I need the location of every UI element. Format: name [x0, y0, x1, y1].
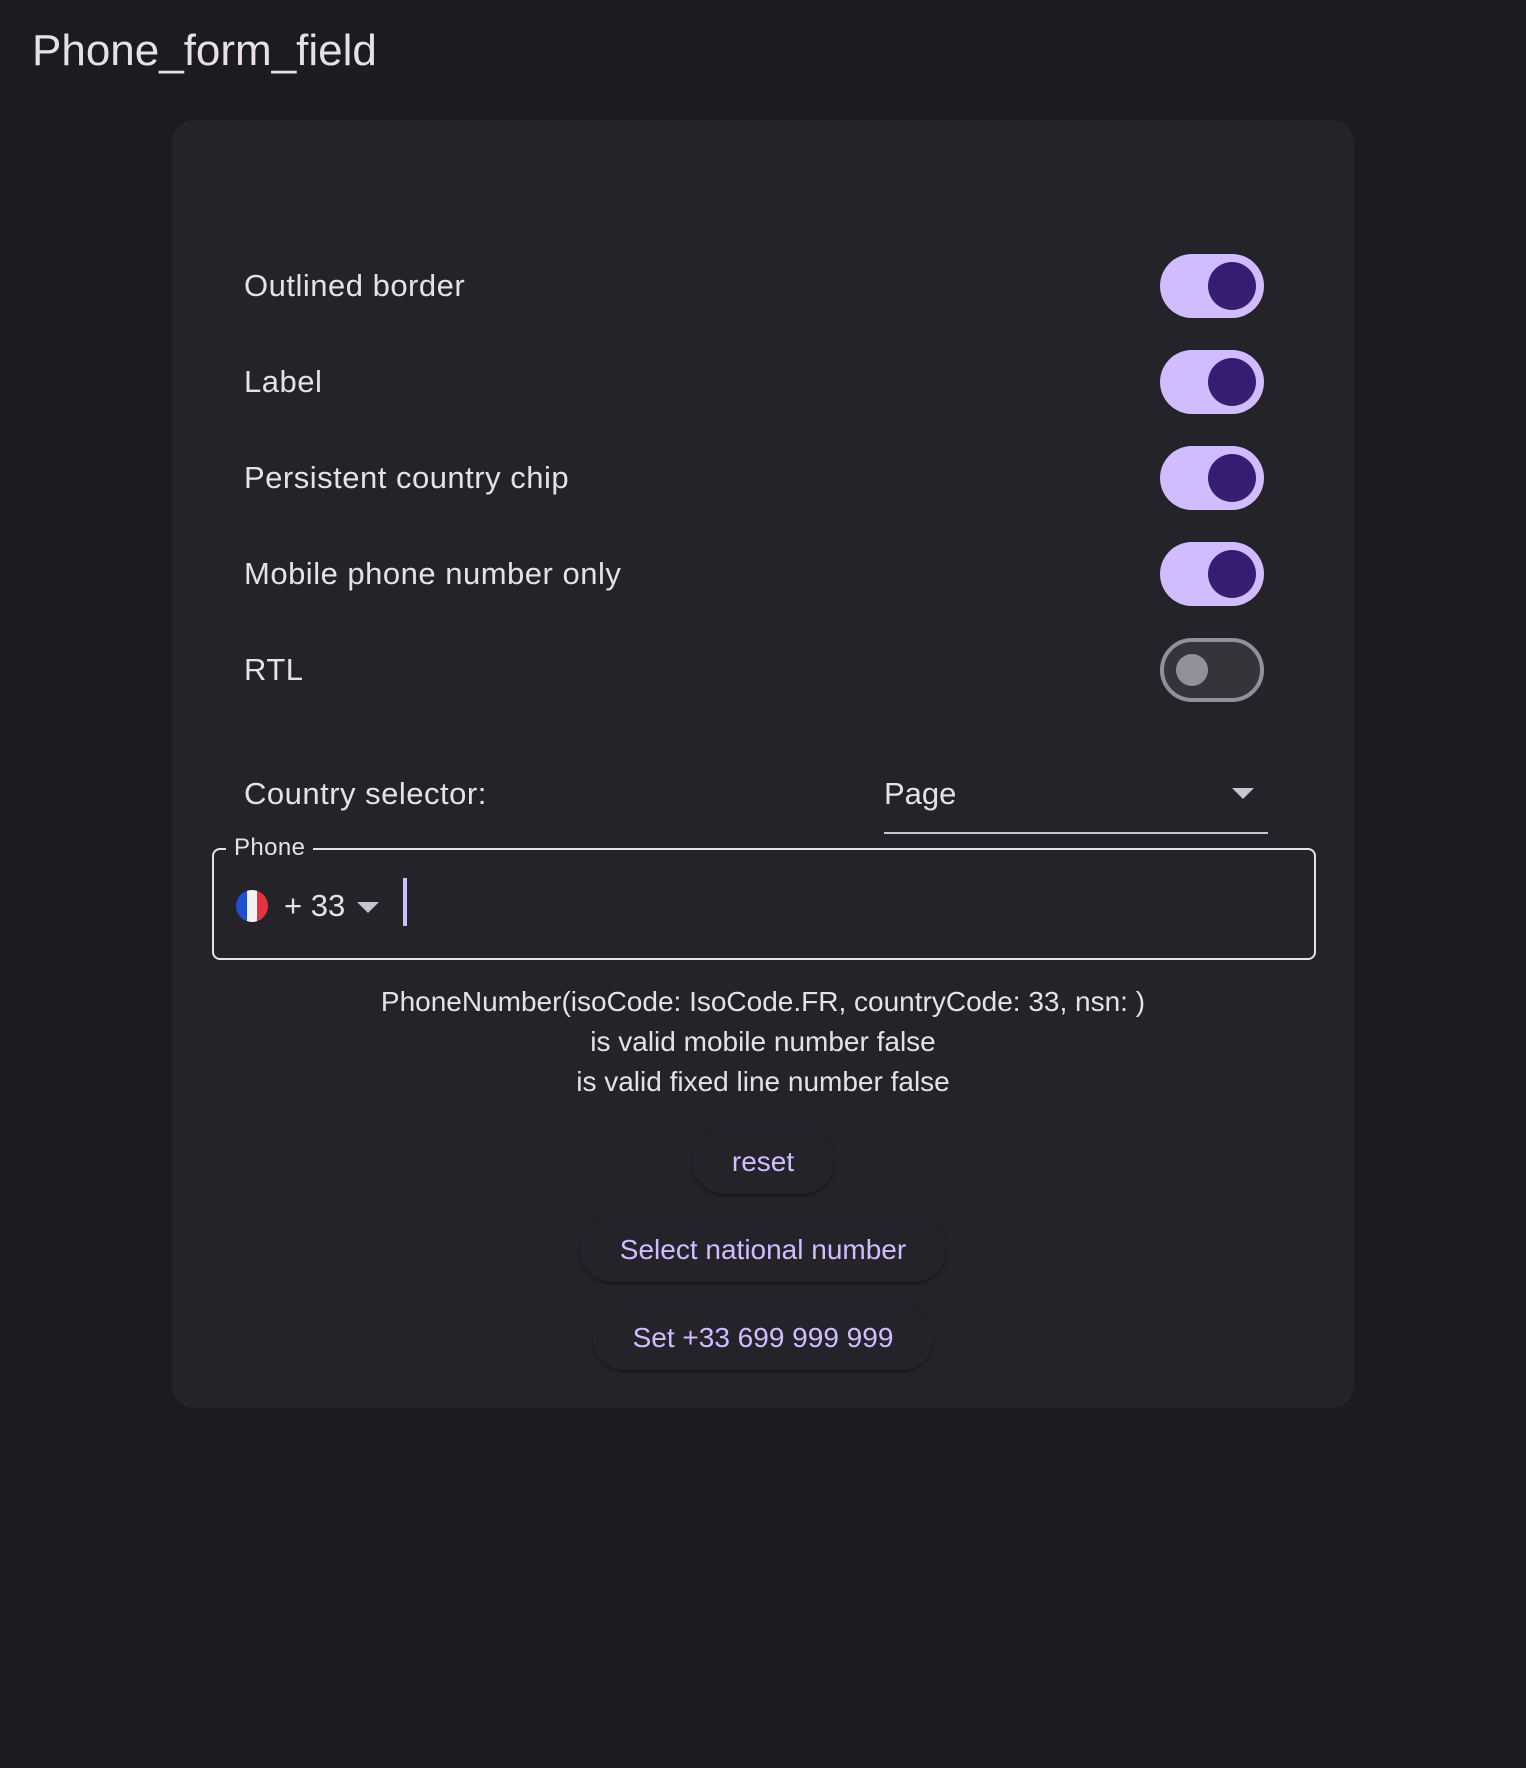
toggle-label: Label — [244, 364, 323, 399]
toggle-row-mobile-only[interactable]: Mobile phone number only — [244, 534, 1264, 614]
text-cursor — [403, 878, 407, 926]
toggle-label: RTL — [244, 652, 304, 687]
toggle-row-label[interactable]: Label — [244, 342, 1264, 422]
dial-code: + 33 — [284, 888, 346, 923]
fixed-line-validity: is valid fixed line number false — [576, 1066, 950, 1097]
switch-knob — [1176, 654, 1208, 686]
outlined-border-switch[interactable] — [1160, 254, 1264, 318]
switch-knob — [1208, 550, 1256, 598]
chevron-down-icon — [357, 901, 380, 913]
phone-number-input[interactable] — [404, 878, 1288, 932]
settings-card: Outlined border Label Persistent country… — [172, 120, 1354, 1408]
toggle-row-persistent-country-chip[interactable]: Persistent country chip — [244, 438, 1264, 518]
country-selector-row: Country selector: Page — [244, 754, 1268, 834]
country-chip[interactable]: + 33 — [236, 886, 380, 926]
phone-field[interactable]: Phone + 33 — [212, 834, 1316, 960]
toggle-label: Persistent country chip — [244, 460, 570, 495]
phone-number-info: PhoneNumber(isoCode: IsoCode.FR, country… — [172, 982, 1354, 1102]
rtl-switch[interactable] — [1160, 638, 1264, 702]
toggle-label: Mobile phone number only — [244, 556, 622, 591]
switch-knob — [1208, 358, 1256, 406]
phone-field-label: Phone — [226, 834, 314, 862]
toggle-row-rtl[interactable]: RTL — [244, 630, 1264, 710]
mobile-only-switch[interactable] — [1160, 542, 1264, 606]
switch-knob — [1208, 262, 1256, 310]
label-switch[interactable] — [1160, 350, 1264, 414]
country-selector-dropdown[interactable]: Page — [884, 754, 1268, 834]
toggle-label: Outlined border — [244, 268, 466, 303]
switch-knob — [1208, 454, 1256, 502]
set-number-button[interactable]: Set +33 699 999 999 — [592, 1306, 934, 1370]
dropdown-arrow-icon — [1232, 788, 1254, 799]
country-selector-value: Page — [884, 776, 957, 811]
app-title: Phone_form_field — [32, 26, 377, 75]
select-national-number-button[interactable]: Select national number — [579, 1218, 947, 1282]
persistent-country-chip-switch[interactable] — [1160, 446, 1264, 510]
france-flag-icon — [236, 890, 268, 922]
toggle-row-outlined-border[interactable]: Outlined border — [244, 246, 1264, 326]
phone-number-debug: PhoneNumber(isoCode: IsoCode.FR, country… — [380, 986, 1146, 1017]
mobile-validity: is valid mobile number false — [590, 1026, 936, 1057]
country-selector-label: Country selector: — [244, 776, 487, 811]
reset-button[interactable]: reset — [691, 1130, 835, 1194]
